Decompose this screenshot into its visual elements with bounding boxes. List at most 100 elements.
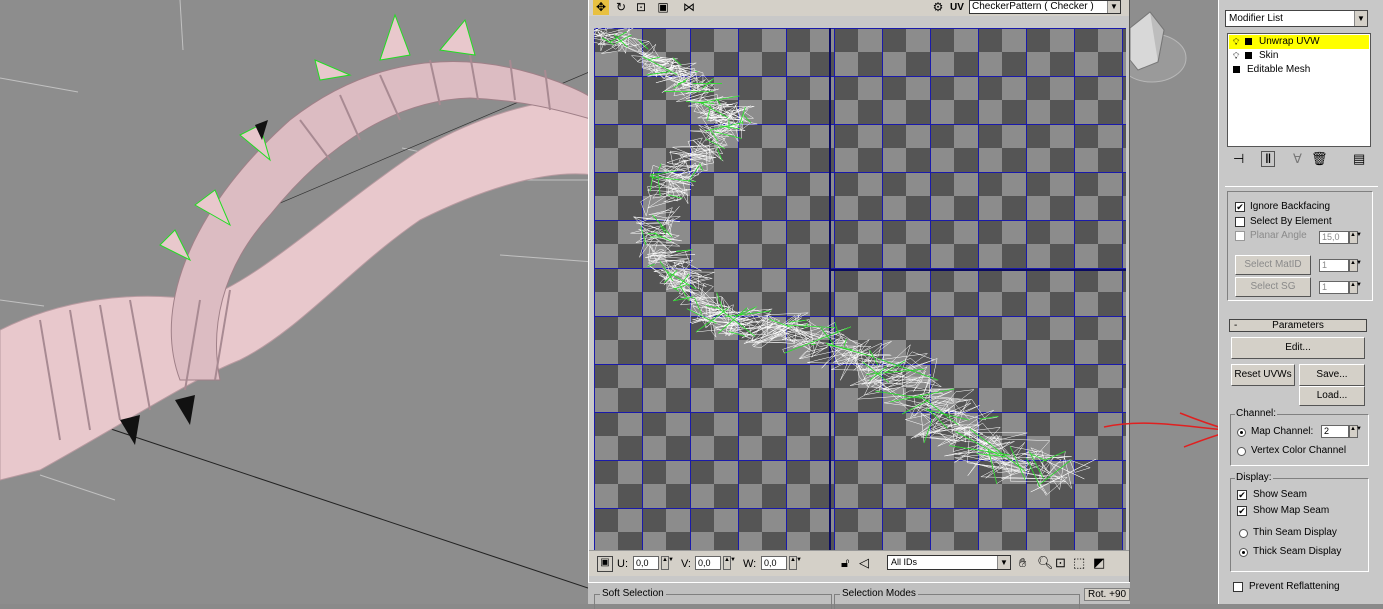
modifier-stack: 💡︎ Unwrap UVW 💡︎ Skin Editable Mesh [1227, 33, 1371, 147]
uv-statusbar: ▣ U: 0,0 ▲▼ V: 0,0 ▲▼ W: 0,0 ▲▼ 🔓︎ ◁ All… [589, 550, 1129, 576]
vertex-color-channel-label: Vertex Color Channel [1251, 445, 1347, 456]
pin-stack-icon[interactable]: ⊣ [1233, 151, 1244, 167]
freeform-tool-icon[interactable]: ▣ [655, 0, 671, 15]
texture-dropdown[interactable]: CheckerPattern ( Checker ) ▼ [969, 0, 1121, 14]
prevent-reflattening-label: Prevent Reflattening [1249, 581, 1340, 592]
remove-modifier-icon[interactable]: 🗑︎ [1311, 151, 1328, 167]
parameters-title: Parameters [1272, 320, 1324, 331]
parameters-rollout-header[interactable]: - Parameters [1229, 319, 1367, 332]
show-end-result-icon[interactable]: Ⅱ [1261, 151, 1276, 167]
v-input[interactable]: 0,0 [695, 556, 721, 570]
ids-dropdown-value: All IDs [891, 557, 918, 567]
ignore-backfacing-checkbox[interactable]: ✔ [1235, 202, 1245, 212]
save-button[interactable]: Save... [1299, 364, 1365, 386]
thin-seam-display-radio[interactable] [1239, 529, 1248, 538]
stack-toolbar: ⊣ Ⅱ ∀ 🗑︎ ▤ [1227, 151, 1377, 171]
show-seam-label: Show Seam [1253, 489, 1307, 500]
reset-uvws-button[interactable]: Reset UVWs [1231, 364, 1295, 386]
load-button[interactable]: Load... [1299, 386, 1365, 406]
stack-item-label: Editable Mesh [1247, 64, 1311, 75]
viewport-right-area [1117, 0, 1218, 604]
sg-spinner[interactable]: ▲▼ [1349, 281, 1362, 294]
planar-angle-checkbox[interactable] [1235, 231, 1245, 241]
chevron-down-icon: ▼ [997, 556, 1010, 569]
lightbulb-icon[interactable]: 💡︎ [1233, 49, 1239, 63]
expand-icon[interactable] [1245, 52, 1252, 59]
uv-mode-button[interactable]: UV [949, 0, 965, 15]
rotate-tool-icon[interactable]: ↻ [613, 0, 629, 15]
v-label: V: [681, 558, 691, 570]
show-map-seam-checkbox[interactable]: ✔ [1237, 506, 1247, 516]
configure-sets-icon[interactable]: ▤ [1353, 151, 1365, 167]
make-unique-icon[interactable]: ∀ [1293, 151, 1302, 167]
unwrap-rollout: ✔ Ignore Backfacing Select By Element Pl… [1225, 186, 1378, 604]
expand-icon[interactable] [1245, 38, 1252, 45]
ids-dropdown[interactable]: All IDs ▼ [887, 555, 1011, 570]
select-sg-button[interactable]: Select SG [1235, 277, 1311, 297]
viewport-right-scene [1117, 11, 1187, 83]
texture-checker-icon[interactable]: ⚙ [929, 0, 947, 15]
map-channel-radio[interactable] [1237, 428, 1246, 437]
mirror-tool-icon[interactable]: ⋈ [681, 0, 697, 15]
move-tool-icon[interactable]: ✥ [593, 0, 609, 15]
soft-selection-label: Soft Selection [600, 588, 666, 599]
u-label: U: [617, 558, 628, 570]
absolute-offset-icon[interactable]: ▣ [597, 556, 613, 572]
zoom-region-icon[interactable]: ⊡ [1055, 556, 1066, 570]
edit-uvws-window: ✥ ↻ ⊡ ▣ ⋈ ⚙ UV CheckerPattern ( Checker … [588, 0, 1130, 582]
prevent-reflattening-checkbox[interactable] [1233, 582, 1243, 592]
planar-angle-input[interactable]: 15,0 [1319, 231, 1349, 244]
stack-item-skin[interactable]: 💡︎ Skin [1229, 49, 1369, 63]
paint-select-icon[interactable]: ◁ [859, 556, 869, 570]
pan-hand-icon[interactable]: ✋︎ [1019, 556, 1026, 570]
edit-button[interactable]: Edit... [1231, 337, 1365, 359]
w-input[interactable]: 0,0 [761, 556, 787, 570]
channel-group [1230, 414, 1369, 466]
w-spinner[interactable]: ▲▼ [789, 556, 802, 570]
stack-item-editable-mesh[interactable]: Editable Mesh [1229, 63, 1369, 77]
u-input[interactable]: 0,0 [633, 556, 659, 570]
planar-angle-spinner[interactable]: ▲▼ [1349, 231, 1362, 244]
lightbulb-icon[interactable]: 💡︎ [1233, 35, 1239, 49]
select-by-element-checkbox[interactable] [1235, 217, 1245, 227]
thick-seam-display-label: Thick Seam Display [1253, 546, 1342, 557]
map-channel-label: Map Channel: [1251, 426, 1314, 437]
3d-viewport[interactable] [0, 0, 594, 604]
matid-input[interactable]: 1 [1319, 259, 1349, 272]
collapse-icon: - [1234, 320, 1238, 331]
zoom-extents-icon[interactable]: ⬚ [1073, 556, 1085, 570]
command-panel: Modifier List ▼ 💡︎ Unwrap UVW 💡︎ Skin Ed… [1218, 0, 1383, 604]
map-channel-spinner[interactable]: ▲▼ [1349, 425, 1362, 438]
display-title: Display: [1235, 472, 1273, 483]
stack-item-label: Skin [1259, 50, 1279, 61]
thick-seam-display-radio[interactable] [1239, 548, 1248, 557]
vertex-color-channel-radio[interactable] [1237, 447, 1246, 456]
show-map-seam-label: Show Map Seam [1253, 505, 1330, 516]
viewport-scene [0, 0, 594, 591]
expand-icon[interactable] [1233, 66, 1240, 73]
lock-icon[interactable]: 🔓︎ [841, 556, 849, 570]
chevron-down-icon: ▼ [1107, 1, 1120, 13]
rot-90-button[interactable]: Rot. +90 [1084, 588, 1131, 601]
zoom-selected-icon[interactable]: ◩ [1093, 556, 1105, 570]
texture-dropdown-value: CheckerPattern ( Checker ) [972, 1, 1094, 12]
matid-spinner[interactable]: ▲▼ [1349, 259, 1362, 272]
channel-title: Channel: [1235, 408, 1278, 419]
uv-toolbar: ✥ ↻ ⊡ ▣ ⋈ ⚙ UV CheckerPattern ( Checker … [589, 0, 1129, 16]
sg-input[interactable]: 1 [1319, 281, 1349, 294]
chevron-down-icon: ▼ [1354, 11, 1367, 26]
modifier-list-value: Modifier List [1229, 13, 1283, 24]
scale-tool-icon[interactable]: ⊡ [633, 0, 649, 15]
map-channel-input[interactable]: 2 [1321, 425, 1349, 438]
u-spinner[interactable]: ▲▼ [661, 556, 674, 570]
zoom-icon[interactable]: 🔍︎ [1037, 556, 1054, 570]
select-by-element-label: Select By Element [1250, 216, 1332, 227]
selection-modes-label: Selection Modes [840, 588, 918, 599]
modifier-list-dropdown[interactable]: Modifier List ▼ [1225, 10, 1368, 27]
ignore-backfacing-label: Ignore Backfacing [1250, 201, 1331, 212]
show-seam-checkbox[interactable]: ✔ [1237, 490, 1247, 500]
select-matid-button[interactable]: Select MatID [1235, 255, 1311, 275]
v-spinner[interactable]: ▲▼ [723, 556, 736, 570]
stack-item-unwrap-uvw[interactable]: 💡︎ Unwrap UVW [1229, 35, 1369, 49]
uv-canvas[interactable] [594, 28, 1126, 550]
